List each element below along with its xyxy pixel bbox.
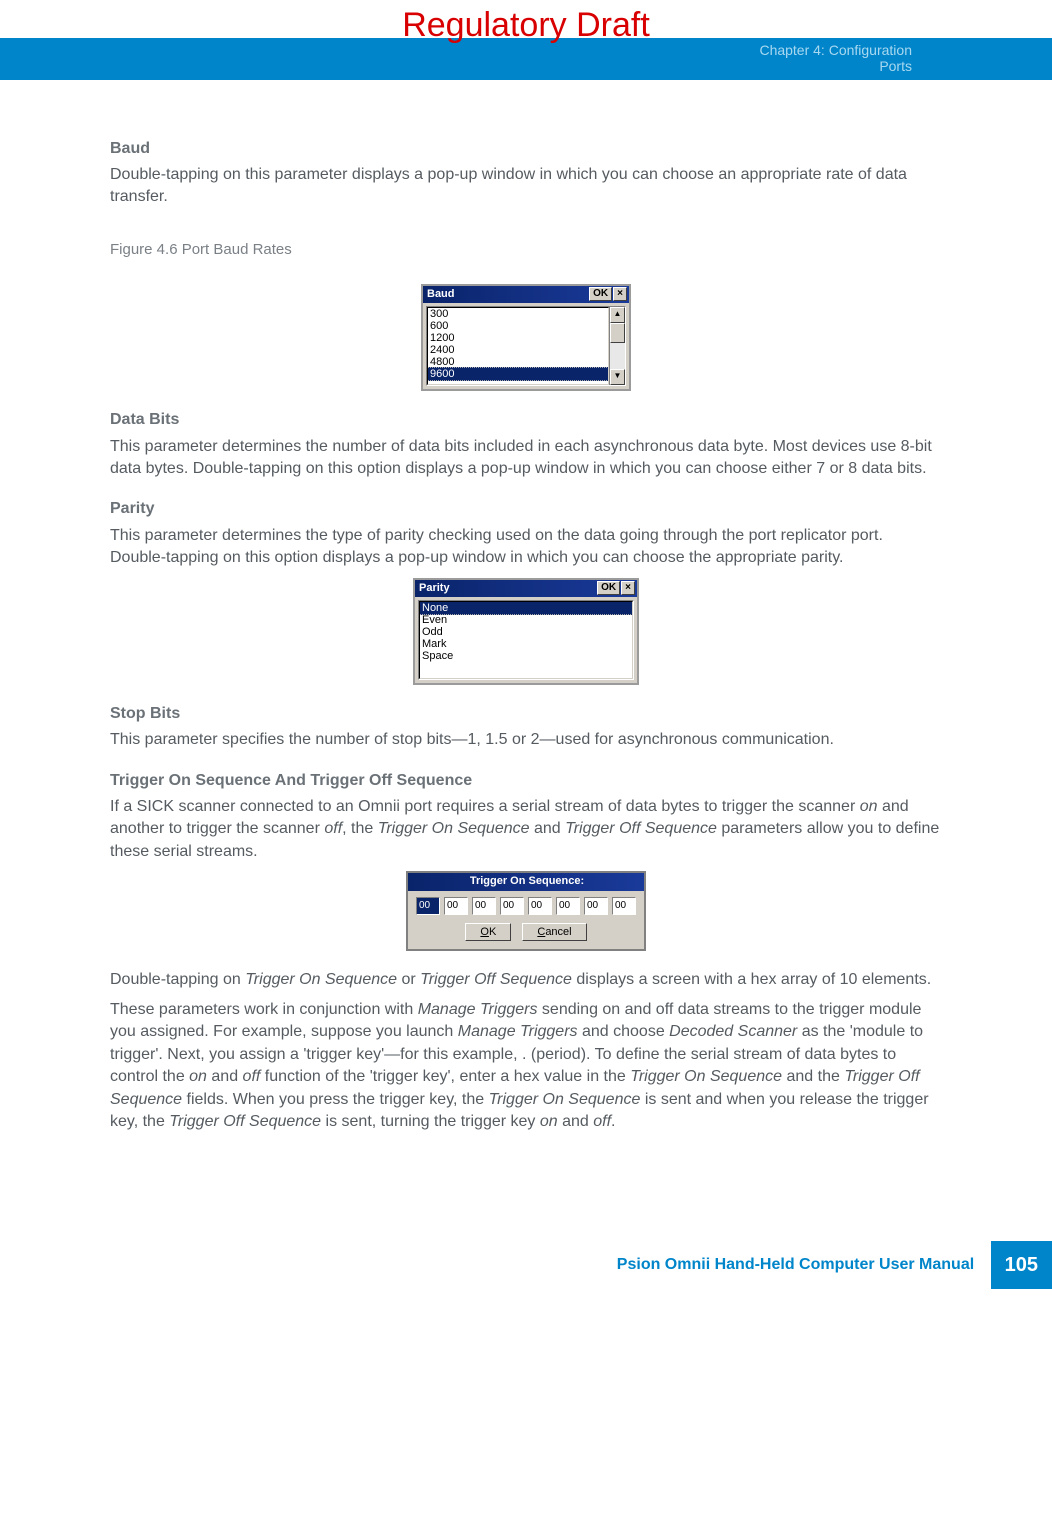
regulatory-draft-banner: Regulatory Draft [0, 0, 1052, 50]
trigger-after-p1: Double-tapping on Trigger On Sequence or… [110, 969, 942, 991]
list-item[interactable]: 2400 [428, 344, 608, 356]
scroll-up-icon[interactable]: ▲ [610, 307, 625, 323]
figure-caption: Figure 4.6 Port Baud Rates [110, 239, 942, 260]
trigger-dialog: Trigger On Sequence: OK Cancel [406, 871, 646, 950]
ok-button[interactable]: OK [589, 287, 612, 301]
baud-heading: Baud [110, 138, 942, 160]
parity-listbox[interactable]: None Even Odd Mark Space [418, 600, 634, 680]
hex-input[interactable] [444, 897, 468, 915]
baud-title: Baud [425, 287, 588, 302]
hex-input[interactable] [500, 897, 524, 915]
page-number: 105 [991, 1241, 1052, 1289]
scrollbar[interactable]: ▲ ▼ [609, 307, 625, 385]
baud-listbox[interactable]: 300 600 1200 2400 4800 9600 ▲ ▼ [426, 306, 626, 386]
list-item[interactable]: 300 [428, 308, 608, 320]
hex-input[interactable] [612, 897, 636, 915]
stopbits-text: This parameter specifies the number of s… [110, 729, 942, 751]
hex-input[interactable] [416, 897, 440, 915]
list-item[interactable]: Space [420, 650, 632, 662]
parity-dialog: Parity OK × None Even Odd Mark Space [413, 578, 639, 685]
hex-input[interactable] [472, 897, 496, 915]
list-item[interactable]: Odd [420, 626, 632, 638]
parity-titlebar: Parity OK × [415, 580, 637, 597]
list-item[interactable]: Mark [420, 638, 632, 650]
databits-heading: Data Bits [110, 409, 942, 431]
hex-row [408, 891, 644, 921]
baud-titlebar: Baud OK × [423, 286, 629, 303]
close-button[interactable]: × [621, 581, 635, 595]
list-item[interactable]: Even [420, 614, 632, 626]
parity-heading: Parity [110, 498, 942, 520]
list-item[interactable]: 600 [428, 320, 608, 332]
baud-text: Double-tapping on this parameter display… [110, 164, 942, 209]
footer: Psion Omnii Hand-Held Computer User Manu… [0, 1241, 1052, 1289]
list-item[interactable]: None [419, 601, 633, 615]
scroll-down-icon[interactable]: ▼ [610, 369, 625, 385]
scroll-track[interactable] [610, 343, 625, 369]
ok-button[interactable]: OK [597, 581, 620, 595]
trigger-heading: Trigger On Sequence And Trigger Off Sequ… [110, 770, 942, 792]
stopbits-heading: Stop Bits [110, 703, 942, 725]
ok-button[interactable]: OK [465, 923, 511, 941]
list-item[interactable]: 1200 [428, 332, 608, 344]
scroll-thumb[interactable] [610, 323, 625, 343]
trigger-text1: If a SICK scanner connected to an Omnii … [110, 796, 942, 863]
close-button[interactable]: × [613, 287, 627, 301]
list-item[interactable]: 9600 [427, 367, 609, 381]
baud-dialog: Baud OK × 300 600 1200 2400 4800 9600 ▲ … [421, 284, 631, 391]
section-label: Ports [879, 58, 912, 74]
footer-text: Psion Omnii Hand-Held Computer User Manu… [617, 1254, 974, 1276]
parity-title: Parity [417, 581, 596, 596]
trigger-title: Trigger On Sequence: [410, 874, 642, 889]
databits-text: This parameter determines the number of … [110, 436, 942, 481]
trigger-after-p2: These parameters work in conjunction wit… [110, 999, 942, 1133]
parity-text: This parameter determines the type of pa… [110, 525, 942, 570]
hex-input[interactable] [556, 897, 580, 915]
cancel-button[interactable]: Cancel [522, 923, 586, 941]
hex-input[interactable] [584, 897, 608, 915]
trigger-titlebar: Trigger On Sequence: [408, 873, 644, 890]
hex-input[interactable] [528, 897, 552, 915]
